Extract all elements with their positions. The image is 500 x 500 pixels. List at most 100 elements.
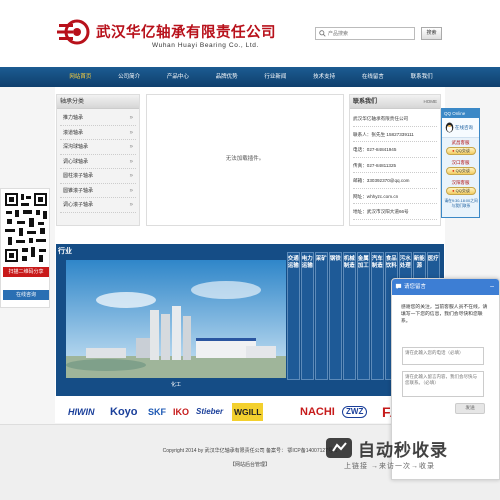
- qq-chat-label: QQ交谈: [455, 168, 470, 173]
- qq-group: 汉阳客服 ● QQ交谈: [442, 178, 479, 198]
- qr-code-image: [3, 191, 49, 264]
- chevron-right-icon: »: [129, 115, 133, 121]
- chevron-right-icon: »: [129, 144, 133, 150]
- logo-icon[interactable]: [57, 18, 91, 46]
- message-body: 感谢您的关注，当前客服人员不在线，请填写一下您的信息，我们会尽快和您联系。: [401, 305, 488, 324]
- qq-penguin-icon: [445, 122, 454, 133]
- contact-address: 地址：武汉市汉阳大道66号: [353, 204, 437, 220]
- company-name-en: Wuhan Huayi Bearing Co., Ltd.: [152, 42, 259, 49]
- site-header: 武汉华亿轴承有限责任公司 Wuhan Huayi Bearing Co., Lt…: [0, 0, 500, 67]
- nav-support[interactable]: 技术支持: [300, 67, 349, 87]
- brand-logo-koyo[interactable]: Koyo: [110, 403, 138, 421]
- contact-phone: 电话：027-84841945: [353, 142, 437, 158]
- qq-title: 在线咨询: [442, 118, 479, 138]
- qq-group: 武昌客服 ● QQ交谈: [442, 138, 479, 158]
- brand-logos: HIWIN Koyo SKF IKO Stieber WGILL NACHI Z…: [56, 400, 444, 422]
- plugin-placeholder: 无法加载插件。: [146, 94, 344, 226]
- brand-logo-iko[interactable]: IKO: [173, 403, 189, 421]
- nav-message[interactable]: 在线留言: [349, 67, 398, 87]
- brand-logo-skf[interactable]: SKF: [148, 403, 166, 421]
- contact-person: 联系人：张先生 15827339111: [353, 127, 437, 142]
- qq-group: 汉口客服 ● QQ交谈: [442, 158, 479, 178]
- nav-contact[interactable]: 联系我们: [397, 67, 446, 87]
- category-item[interactable]: 圆柱滚子轴承 »: [60, 169, 136, 184]
- contact-title-text: 联系我们: [353, 99, 378, 105]
- brand-logo-nachi[interactable]: NACHI: [300, 403, 335, 421]
- search-button[interactable]: 搜索: [421, 27, 442, 40]
- phone-input[interactable]: [402, 347, 484, 365]
- qq-group-label: 武昌客服: [451, 140, 470, 145]
- category-label: 推力轴承: [63, 115, 84, 121]
- chevron-right-icon: »: [129, 187, 133, 194]
- minimize-button[interactable]: –: [490, 279, 494, 295]
- category-label: 圆柱滚子轴承: [63, 173, 94, 179]
- company-name-cn: 武汉华亿轴承有限责任公司: [96, 24, 276, 41]
- industry-tag[interactable]: 金属加工: [356, 252, 370, 380]
- nav-products[interactable]: 产品中心: [154, 67, 203, 87]
- industry-tag[interactable]: 钢铁: [328, 252, 342, 380]
- message-title: 请您留言: [404, 284, 427, 290]
- brand-logo-wgill[interactable]: WGILL: [232, 403, 264, 421]
- nav-home[interactable]: 网站首页: [56, 67, 105, 87]
- industry-image[interactable]: [66, 260, 286, 378]
- watermark-logo-icon: [326, 438, 352, 458]
- industry-tag[interactable]: 汽车制造: [370, 252, 384, 380]
- qr-float-panel: 扫描二维码分享 在线咨询: [0, 188, 50, 308]
- send-button[interactable]: 发送: [455, 403, 485, 414]
- home-link[interactable]: HOME: [424, 95, 438, 109]
- category-panel: 轴承分类 推力轴承 » 滚道轴承 » 深沟球轴承 » 调心球轴承 » 圆柱滚子轴承 » 圆…: [56, 94, 140, 226]
- qq-group-label: 汉阳客服: [451, 180, 470, 185]
- qq-title-text: 在线咨询: [455, 125, 473, 130]
- nav-about[interactable]: 公司简介: [105, 67, 154, 87]
- category-label: 调心滚子轴承: [63, 202, 94, 208]
- message-input[interactable]: [402, 371, 484, 397]
- industry-tag[interactable]: 采矿: [314, 252, 328, 380]
- qq-icon: ●: [452, 168, 455, 173]
- qr-scan-label: 扫描二维码分享: [3, 267, 49, 277]
- category-item[interactable]: 滚道轴承 »: [60, 126, 136, 140]
- industry-tag[interactable]: 交通运输: [286, 252, 300, 380]
- category-item[interactable]: 圆锥滚子轴承 »: [60, 184, 136, 198]
- qq-chat-button[interactable]: ● QQ交谈: [446, 167, 476, 175]
- contact-email: 邮箱：330392370@qq.com: [353, 173, 437, 189]
- chevron-right-icon: »: [129, 173, 133, 179]
- chevron-right-icon: »: [129, 202, 133, 208]
- industry-tag[interactable]: 电力运输: [300, 252, 314, 380]
- search-input[interactable]: [328, 29, 412, 38]
- main-nav: 网站首页 公司简介 产品中心 品牌优势 行业新闻 技术支持 在线留言 联系我们: [0, 67, 500, 87]
- category-item[interactable]: 推力轴承 »: [60, 111, 136, 126]
- nav-brand[interactable]: 品牌优势: [202, 67, 251, 87]
- chevron-right-icon: »: [129, 158, 133, 165]
- search-box: [315, 27, 415, 40]
- brand-logo-hiwin[interactable]: HIWIN: [68, 403, 95, 421]
- industry-title: 行业: [58, 248, 72, 255]
- chevron-right-icon: »: [129, 129, 133, 136]
- qq-footer-note: 请在9:30-18:00之间与我们联系: [444, 199, 478, 208]
- contact-website: 网址：whhyzc.com.cn: [353, 189, 437, 204]
- qr-consult-button[interactable]: 在线咨询: [3, 290, 49, 300]
- industry-tag[interactable]: 机械制造: [342, 252, 356, 380]
- nav-news[interactable]: 行业新闻: [251, 67, 300, 87]
- category-item[interactable]: 调心球轴承 »: [60, 155, 136, 169]
- qq-chat-button[interactable]: ● QQ交谈: [446, 187, 476, 195]
- message-header[interactable]: 请您留言 –: [392, 279, 499, 295]
- brand-logo-stieber[interactable]: Stieber: [196, 403, 223, 421]
- brand-logo-zwz[interactable]: ZWZ: [342, 406, 368, 418]
- category-item[interactable]: 调心滚子轴承 »: [60, 198, 136, 213]
- chat-bubble-icon: [395, 283, 402, 290]
- industry-section: 行业 化工 交通运输 电力运输 采矿 钢铁 机械制造 金属加工 汽车制造 食品饮…: [56, 244, 444, 396]
- qq-chat-label: QQ交谈: [455, 188, 470, 193]
- category-label: 调心球轴承: [63, 158, 89, 165]
- qq-chat-button[interactable]: ● QQ交谈: [446, 147, 476, 155]
- contact-panel: 联系我们 HOME 武汉华亿轴承有限责任公司 联系人：张先生 158273391…: [349, 94, 441, 226]
- contact-fax: 传真：027-84811325: [353, 158, 437, 173]
- plugin-error-text: 无法加载插件。: [225, 156, 265, 162]
- watermark-subtitle: 上链接 →来访一次→收录: [344, 463, 435, 470]
- qq-group-label: 汉口客服: [451, 160, 470, 165]
- category-label: 滚道轴承: [63, 129, 84, 136]
- qq-icon: ●: [452, 188, 455, 193]
- industry-caption: 化工: [170, 382, 181, 388]
- category-label: 圆锥滚子轴承: [63, 187, 94, 194]
- qq-icon: ●: [452, 148, 455, 153]
- category-item[interactable]: 深沟球轴承 »: [60, 140, 136, 155]
